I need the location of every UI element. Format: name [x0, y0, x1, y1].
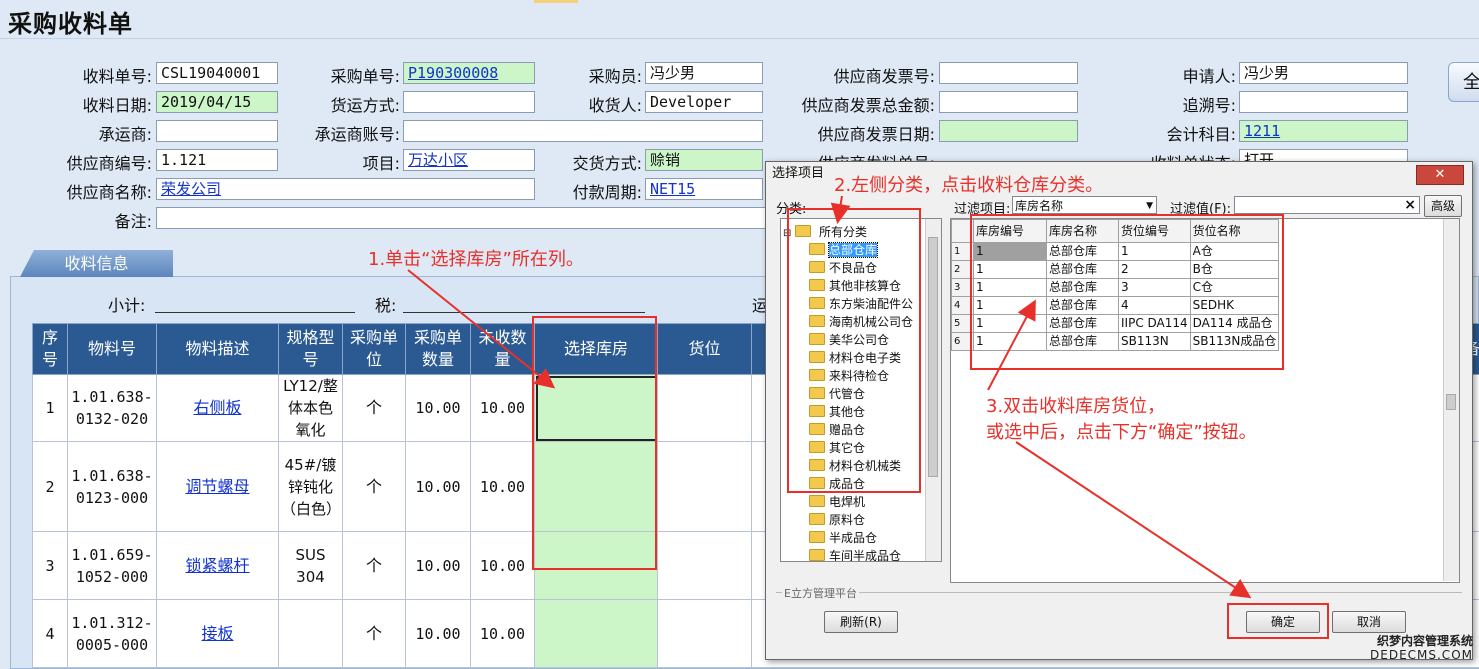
step1-arrow	[407, 269, 556, 389]
watermark-line2: DEDECMS.COM	[1370, 648, 1473, 662]
step3-arrow-down	[1015, 441, 1252, 599]
watermark-line1: 织梦内容管理系统	[1376, 634, 1473, 648]
step2-arrow	[830, 195, 851, 224]
annotation-arrows	[407, 195, 1252, 599]
watermark: 织梦内容管理系统 DEDECMS.COM	[1370, 634, 1473, 662]
step3-arrow-up	[987, 299, 1036, 391]
